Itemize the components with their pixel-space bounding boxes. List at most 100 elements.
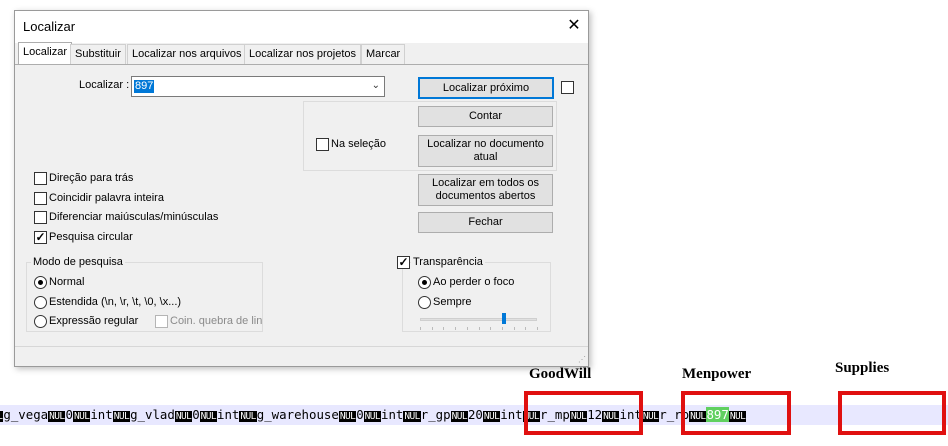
tab-localizar[interactable]: Localizar — [18, 42, 73, 65]
find-in-all-documents-button[interactable]: Localizar em todos os documentos abertos — [418, 174, 553, 206]
match-case-label: Diferenciar maiúsculas/minúsculas — [49, 211, 219, 223]
slider-tick — [501, 327, 503, 330]
find-input-value[interactable]: 897 — [134, 80, 155, 93]
close-icon[interactable]: ✕ — [563, 15, 585, 37]
in-selection-label: Na seleção — [331, 138, 387, 150]
dot-matches-newline-checkbox[interactable] — [155, 315, 168, 328]
slider-tick — [431, 327, 433, 330]
chevron-down-icon[interactable]: ⌄ — [372, 80, 380, 91]
button-label: Localizar no documento atual — [427, 138, 544, 163]
slider-tick — [525, 327, 527, 330]
find-label: Localizar : — [79, 79, 130, 91]
slider-tick — [455, 327, 457, 330]
nul-char-token: NUL — [482, 411, 501, 422]
whole-word-label: Coincidir palavra inteira — [49, 192, 164, 204]
editor-text-line[interactable]: NULg_vegaNUL0NULintNULg_vladNUL0NULintNU… — [0, 405, 948, 425]
whole-word-checkbox[interactable] — [34, 192, 47, 205]
find-next-button[interactable]: Localizar próximo — [418, 77, 554, 99]
find-combobox[interactable]: 897 ⌄ — [131, 76, 385, 97]
button-label: Contar — [468, 110, 503, 122]
dialog-title: Localizar — [23, 19, 76, 34]
text-segment: int — [381, 407, 404, 422]
slider-tick — [420, 327, 421, 330]
text-segment: r_gp — [420, 407, 451, 422]
dot-matches-newline-label: Coin. quebra de lin — [170, 315, 263, 327]
transparency-label: Transparência — [411, 256, 485, 268]
transparency-always-radio[interactable] — [418, 296, 431, 309]
title-bar[interactable]: Localizar ✕ — [15, 11, 588, 43]
slider-tick — [490, 327, 492, 330]
text-segment: int — [90, 407, 113, 422]
highlight-box-manpower — [681, 391, 791, 435]
tab-substituir[interactable]: Substituir — [70, 44, 126, 64]
tab-label: Localizar nos arquivos — [132, 48, 242, 60]
tab-localizar-arquivos[interactable]: Localizar nos arquivos — [127, 44, 247, 64]
mode-extended-radio[interactable] — [34, 296, 47, 309]
tab-label: Substituir — [75, 48, 121, 60]
mode-extended-label: Estendida (\n, \r, \t, \0, \x...) — [49, 296, 182, 308]
text-segment: 0 — [65, 407, 73, 422]
nul-char-token: NUL — [199, 411, 218, 422]
wrap-around-checkbox[interactable]: ✓ — [34, 231, 47, 244]
transparency-slider-thumb[interactable] — [502, 313, 507, 324]
backward-direction-checkbox[interactable] — [34, 172, 47, 185]
find-dialog: Localizar ✕ Localizar Substituir Localiz… — [14, 10, 589, 367]
annotation-manpower: Menpower — [682, 366, 752, 382]
tab-label: Localizar — [23, 46, 68, 58]
highlight-box-supplies — [838, 391, 946, 435]
nul-char-token: NUL — [363, 411, 382, 422]
status-bar: ⋰ — [15, 346, 588, 366]
button-label: Localizar próximo — [442, 81, 530, 94]
nul-char-token: NUL — [48, 411, 66, 422]
tab-localizar-projetos[interactable]: Localizar nos projetos — [244, 44, 362, 64]
resize-grip-icon[interactable]: ⋰ — [578, 355, 586, 364]
nul-char-token: NUL — [403, 411, 421, 422]
highlight-box-goodwill — [524, 391, 643, 435]
wrap-around-label: Pesquisa circular — [49, 231, 133, 243]
text-segment: g_warehouse — [256, 407, 339, 422]
text-segment: 20 — [467, 407, 483, 422]
nul-char-token: NUL — [450, 411, 468, 422]
nul-char-token: NUL — [239, 411, 257, 422]
in-selection-checkbox[interactable] — [316, 138, 329, 151]
find-next-option-checkbox[interactable] — [561, 81, 574, 94]
search-mode-title: Modo de pesquisa — [31, 256, 125, 268]
transparency-slider-track[interactable] — [420, 318, 537, 321]
slider-tick — [443, 327, 445, 330]
tab-label: Localizar nos projetos — [249, 48, 357, 60]
text-segment: int — [500, 407, 523, 422]
backward-direction-label: Direção para trás — [49, 172, 134, 184]
button-label: Fechar — [468, 216, 503, 228]
count-button[interactable]: Contar — [418, 106, 553, 127]
on-lose-focus-label: Ao perder o foco — [433, 276, 515, 288]
close-button[interactable]: Fechar — [418, 212, 553, 233]
tab-label: Marcar — [366, 48, 401, 60]
transparency-on-lose-focus-radio[interactable] — [418, 276, 431, 289]
tab-marcar[interactable]: Marcar — [361, 44, 406, 64]
mode-regex-radio[interactable] — [34, 315, 47, 328]
text-segment: g_vega — [3, 407, 49, 422]
always-label: Sempre — [433, 296, 472, 308]
text-segment: int — [217, 407, 240, 422]
match-case-checkbox[interactable] — [34, 211, 47, 224]
text-segment: 0 — [192, 407, 200, 422]
annotation-goodwill: GoodWill — [529, 366, 592, 382]
nul-char-token: NUL — [112, 411, 131, 422]
slider-tick — [537, 327, 538, 330]
text-segment: 0 — [356, 407, 364, 422]
slider-tick — [466, 327, 468, 330]
find-in-document-button[interactable]: Localizar no documento atual — [418, 135, 553, 167]
nul-char-token: NUL — [72, 411, 91, 422]
button-label: Localizar em todos os documentos abertos — [432, 177, 539, 202]
mode-normal-radio[interactable] — [34, 276, 47, 289]
nul-char-token: NUL — [641, 411, 660, 422]
slider-tick — [478, 327, 480, 330]
transparency-checkbox[interactable]: ✓ — [397, 256, 410, 269]
nul-char-token: NUL — [174, 411, 193, 422]
mode-regex-label: Expressão regular — [49, 315, 139, 327]
nul-char-token: NUL — [338, 411, 357, 422]
mode-normal-label: Normal — [49, 276, 85, 288]
slider-tick — [513, 327, 515, 330]
annotation-supplies: Supplies — [835, 360, 890, 376]
text-segment: g_vlad — [130, 407, 175, 422]
